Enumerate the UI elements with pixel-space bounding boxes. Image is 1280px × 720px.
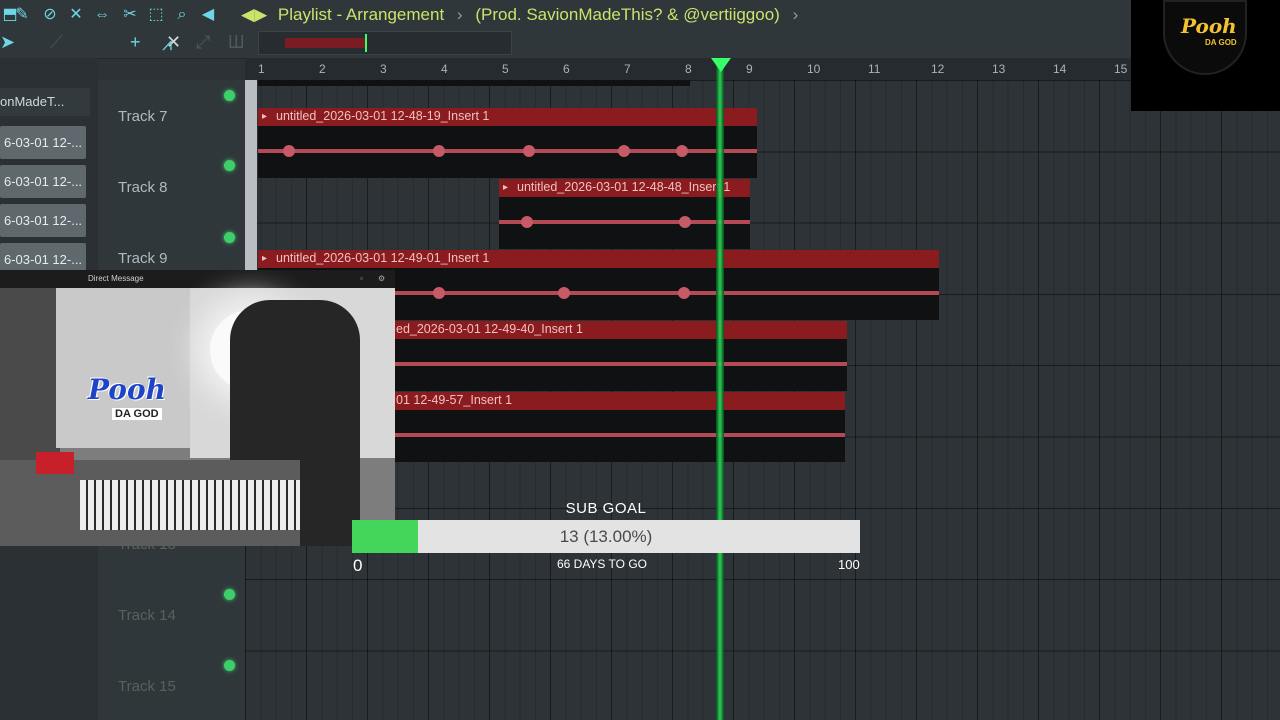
playlist-arrow-icon: ◀▶ [241,5,268,24]
webcam-logo-sub: DA GOD [112,408,162,420]
chevron-right-icon: › [456,5,463,24]
breadcrumb-project[interactable]: (Prod. SavionMadeThis? & @vertiiggoo) [475,5,780,24]
audio-clip[interactable]: ▸ untitled_2026-03-01 12-48-19_Insert 1 [258,108,757,178]
stream-logo-text: Pooh [1181,14,1237,38]
track-mute-led[interactable] [224,90,235,101]
minimize-icon[interactable]: ▫ [360,270,363,288]
webcam-logo-text: Pooh [88,373,167,406]
webcam-keyboard [80,480,300,530]
select-icon[interactable]: ⬚ [146,6,166,24]
clip-title: 01 12-49-57_Insert 1 [396,393,513,407]
clip-menu-icon[interactable]: ▸ [503,182,508,193]
speaker-icon[interactable]: ◀ [198,6,218,24]
chevron-right-icon: › [792,5,799,24]
stream-logo-sub: DA GOD [1205,38,1237,47]
sub-goal-value: 13 (13.00%) [559,527,653,546]
playlist-toolbar: ⬒ ✎ ⊘ ✕ ⇔ ✂ ⬚ ⌕ ◀ ◀▶ Playlist - Arrangem… [0,0,1280,59]
clip-waveform [499,216,750,228]
overview-playhead [365,34,367,52]
picker-item[interactable]: 6-03-01 12-... [0,126,86,159]
bar-label: 8 [685,62,692,76]
bar-label: 14 [1053,62,1067,76]
waveform-icon[interactable]: ⩘ [162,34,172,54]
bar-label: 13 [992,62,1006,76]
timeline-ruler[interactable]: 1 2 3 4 5 6 7 8 9 10 11 12 13 14 15 [245,58,1280,81]
bar-label: 10 [807,62,821,76]
bar-label: 11 [868,62,881,76]
sub-goal-max: 100 [838,557,860,572]
play-icon[interactable]: ➤ [0,32,15,52]
delete-icon[interactable]: ⊘ [40,6,60,24]
track-label[interactable]: Track 9 [118,250,167,267]
audio-clip-partial[interactable] [258,80,690,86]
zoom-icon[interactable]: ⌕ [172,6,192,24]
track-label[interactable]: Track 14 [118,607,176,624]
settings-icon[interactable]: ⚙ [378,270,385,288]
link-icon[interactable]: ⤢ [196,32,210,52]
audio-clip[interactable]: ▸ untitled_2026-03-01 12-48-48_Insert 1 [499,179,750,249]
clip-menu-icon[interactable]: ▸ [262,253,267,264]
webcam-titlebar: Direct Message ▫ ⚙ [0,270,395,288]
mute-icon[interactable]: ✕ [66,6,86,24]
track-mute-led[interactable] [224,232,235,243]
track-label[interactable]: Track 7 [118,108,167,125]
breadcrumb-playlist[interactable]: Playlist - Arrangement [278,5,444,24]
webcam-overlay: Direct Message ▫ ⚙ Pooh DA GOD [0,270,395,546]
add-icon[interactable]: + [130,32,141,52]
bar-label: 9 [746,62,753,76]
track-mute-led[interactable] [224,589,235,600]
bar-label: 15 [1114,62,1128,76]
picker-header-label: onMadeT... [0,94,65,109]
bar-label: 4 [441,62,448,76]
sub-goal-days: 66 DAYS TO GO [556,557,648,571]
clip-title: untitled_2026-03-01 12-48-48_Insert 1 [517,180,731,194]
overview-region [285,38,365,48]
bar-label: 5 [502,62,509,76]
grid-scroll-edge [245,80,257,280]
bar-label: 2 [319,62,326,76]
sub-goal-title: SUB GOAL [565,500,647,517]
picker-item[interactable]: 6-03-01 12-... [0,204,86,237]
track-label[interactable]: Track 8 [118,179,167,196]
bar-label: 3 [380,62,387,76]
slip-icon[interactable]: ⇔ [92,6,112,24]
webcam-title: Direct Message [88,274,144,283]
webcam-background [56,288,206,448]
track-label[interactable]: Track 15 [118,678,176,695]
clip-title: ed_2026-03-01 12-49-40_Insert 1 [396,322,583,336]
paint-icon[interactable]: ✎ [12,6,32,24]
playhead-marker-icon[interactable] [711,58,731,72]
playlist-overview[interactable] [258,31,512,55]
clip-waveform [258,145,757,157]
sub-goal-progress-bar: 13 (13.00%) [352,520,860,553]
track-mute-led[interactable] [224,660,235,671]
clip-title: untitled_2026-03-01 12-48-19_Insert 1 [276,109,490,123]
pencil-icon: ⟋ [50,32,63,52]
picker-header[interactable]: onMadeT... [0,88,90,116]
slice-icon[interactable]: ✂ [120,6,140,24]
clip-title: untitled_2026-03-01 12-49-01_Insert 1 [276,251,490,265]
playhead-line[interactable] [716,58,724,720]
clip-menu-icon[interactable]: ▸ [262,111,267,122]
bar-label: 12 [931,62,945,76]
bar-label: 7 [624,62,631,76]
track-mute-led[interactable] [224,160,235,171]
breadcrumb: ◀▶ Playlist - Arrangement › (Prod. Savio… [241,4,806,26]
piano-icon[interactable]: Ш [228,32,245,52]
picker-item[interactable]: 6-03-01 12-... [0,165,86,198]
webcam-red-device [36,452,74,474]
bar-label: 6 [563,62,570,76]
bar-label: 1 [258,62,265,76]
